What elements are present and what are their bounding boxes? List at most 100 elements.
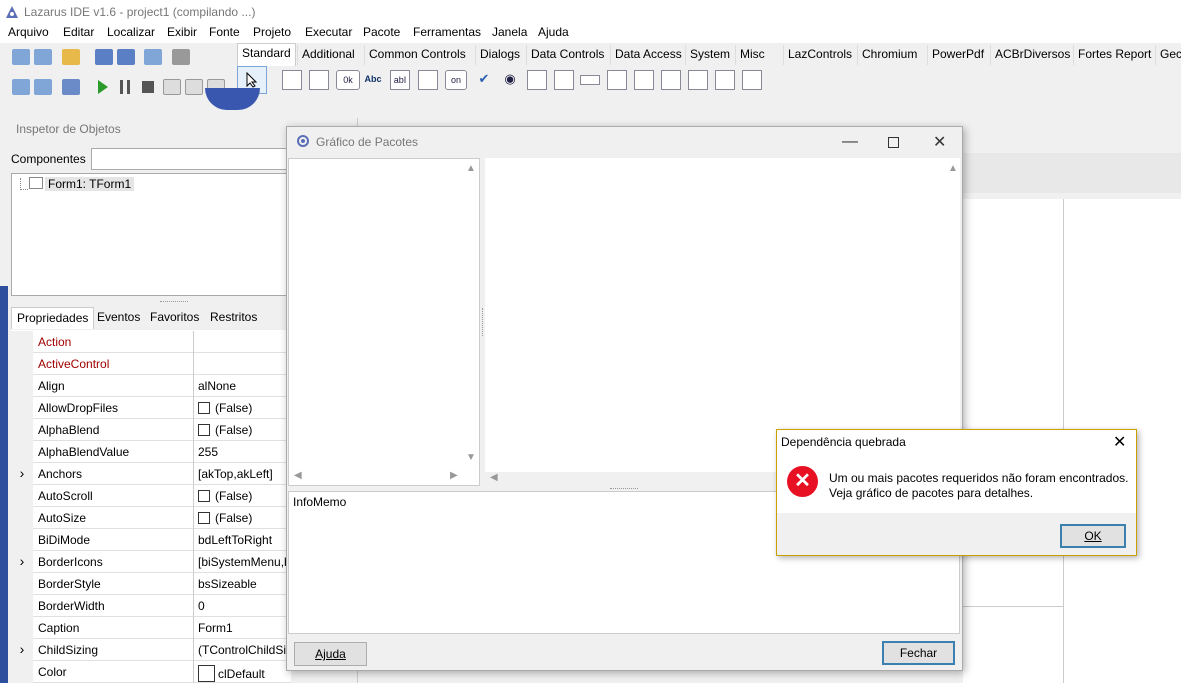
tree-item-form1[interactable]: Form1: TForm1 xyxy=(45,177,135,191)
graph-scroll-left-icon[interactable]: ◀ xyxy=(490,472,498,483)
checkbox-icon[interactable]: ✔ xyxy=(474,70,494,90)
property-row[interactable]: ActiveControl xyxy=(11,353,291,375)
property-value[interactable]: 0 xyxy=(198,599,205,613)
checkbox[interactable] xyxy=(198,424,210,436)
tab-fortes-report[interactable]: Fortes Report xyxy=(1073,45,1155,65)
property-row[interactable]: Caption Form1 xyxy=(11,617,291,639)
checkbox[interactable] xyxy=(198,490,210,502)
property-value[interactable]: bsSizeable xyxy=(198,577,257,591)
menu-editar[interactable]: Editar xyxy=(63,25,94,39)
property-value[interactable]: bdLeftToRight xyxy=(198,533,272,547)
mainmenu-icon[interactable] xyxy=(282,70,302,90)
menu-fonte[interactable]: Fonte xyxy=(209,25,240,39)
menu-exibir[interactable]: Exibir xyxy=(167,25,197,39)
property-row[interactable]: AlphaBlend (False) xyxy=(11,419,291,441)
tab-data-controls[interactable]: Data Controls xyxy=(526,45,608,65)
menu-pacote[interactable]: Pacote xyxy=(363,25,400,39)
property-row[interactable]: BiDiMode bdLeftToRight xyxy=(11,529,291,551)
scroll-up-icon[interactable]: ▲ xyxy=(466,163,476,174)
property-row[interactable]: AutoSize (False) xyxy=(11,507,291,529)
save-icon[interactable] xyxy=(95,49,113,65)
tab-standard[interactable]: Standard xyxy=(237,43,296,66)
property-value[interactable]: alNone xyxy=(198,379,236,393)
component-tree[interactable] xyxy=(11,173,291,296)
ok-button[interactable]: OK xyxy=(1060,524,1126,548)
property-row[interactable]: BorderStyle bsSizeable xyxy=(11,573,291,595)
property-value[interactable]: [biSystemMenu,b xyxy=(198,555,291,569)
color-swatch[interactable] xyxy=(198,665,215,682)
togglebox-icon[interactable]: on xyxy=(445,70,467,90)
property-value[interactable]: (False) xyxy=(198,489,252,503)
checkbox[interactable] xyxy=(198,512,210,524)
splitter-grip[interactable] xyxy=(160,301,188,303)
scroll-right-icon[interactable]: ▶ xyxy=(450,470,458,481)
edit-icon[interactable]: abI xyxy=(390,70,410,90)
tab-dialogs[interactable]: Dialogs xyxy=(475,45,524,65)
expand-chevron-icon[interactable]: › xyxy=(11,551,33,573)
scroll-down-icon[interactable]: ▼ xyxy=(466,452,476,463)
property-row[interactable]: AllowDropFiles (False) xyxy=(11,397,291,419)
menu-ajuda[interactable]: Ajuda xyxy=(538,25,569,39)
tab-gec[interactable]: Gec xyxy=(1155,45,1181,65)
minimize-icon[interactable]: — xyxy=(842,133,858,151)
graph-scroll-up-icon[interactable]: ▲ xyxy=(948,163,958,174)
property-value[interactable]: [akTop,akLeft] xyxy=(198,467,273,481)
property-value[interactable]: 255 xyxy=(198,445,218,459)
close-icon[interactable]: ✕ xyxy=(933,132,946,152)
panel-icon[interactable] xyxy=(688,70,708,90)
scroll-left-icon[interactable]: ◀ xyxy=(294,470,302,481)
tab-propriedades[interactable]: Propriedades xyxy=(11,307,95,329)
property-row[interactable]: › ChildSizing (TControlChildSi xyxy=(11,639,291,661)
property-value[interactable]: clDefault xyxy=(198,665,265,682)
tab-lazcontrols[interactable]: LazControls xyxy=(783,45,856,65)
memo-icon[interactable] xyxy=(418,70,438,90)
step-into-icon[interactable] xyxy=(163,79,181,95)
menu-arquivo[interactable]: Arquivo xyxy=(8,25,49,39)
label-icon[interactable]: Abc xyxy=(363,70,383,90)
toggle-form-unit-icon[interactable] xyxy=(144,49,162,65)
combobox-icon[interactable] xyxy=(554,70,574,90)
popupmenu-icon[interactable] xyxy=(309,70,329,90)
property-value[interactable]: (False) xyxy=(198,511,252,525)
tab-powerpdf[interactable]: PowerPdf xyxy=(927,45,988,65)
tab-misc[interactable]: Misc xyxy=(735,45,769,65)
checkgroup-icon[interactable] xyxy=(661,70,681,90)
menu-executar[interactable]: Executar xyxy=(305,25,352,39)
property-row[interactable]: Color clDefault xyxy=(11,661,291,683)
tab-system[interactable]: System xyxy=(685,45,734,65)
property-value[interactable]: (False) xyxy=(198,423,252,437)
stop-icon[interactable] xyxy=(142,81,154,93)
tab-restritos[interactable]: Restritos xyxy=(205,307,262,329)
menu-projeto[interactable]: Projeto xyxy=(253,25,291,39)
property-row[interactable]: Align alNone xyxy=(11,375,291,397)
tab-data-access[interactable]: Data Access xyxy=(610,45,686,65)
package-tree-list[interactable] xyxy=(288,158,480,486)
property-row[interactable]: › BorderIcons [biSystemMenu,b xyxy=(11,551,291,573)
maximize-icon[interactable] xyxy=(888,137,899,148)
tab-common-controls[interactable]: Common Controls xyxy=(364,45,470,65)
view-units-icon[interactable] xyxy=(12,79,30,95)
horizontal-splitter[interactable] xyxy=(610,488,638,490)
new-form-icon[interactable] xyxy=(34,49,52,65)
listbox-icon[interactable] xyxy=(527,70,547,90)
scrollbar-icon[interactable] xyxy=(580,75,600,85)
help-button[interactable]: Ajuda xyxy=(294,642,367,666)
vertical-splitter[interactable] xyxy=(482,308,484,336)
property-row[interactable]: AlphaBlendValue 255 xyxy=(11,441,291,463)
tab-chromium[interactable]: Chromium xyxy=(857,45,921,65)
run-icon[interactable] xyxy=(97,79,109,95)
menu-ferramentas[interactable]: Ferramentas xyxy=(413,25,481,39)
tab-additional[interactable]: Additional xyxy=(297,45,359,65)
actionlist-icon[interactable] xyxy=(742,70,762,90)
property-value[interactable]: Form1 xyxy=(198,621,233,635)
frame-icon[interactable] xyxy=(715,70,735,90)
property-row[interactable]: › Anchors [akTop,akLeft] xyxy=(11,463,291,485)
new-unit-icon[interactable] xyxy=(12,49,30,65)
property-value[interactable]: (TControlChildSi xyxy=(198,643,286,657)
checkbox[interactable] xyxy=(198,402,210,414)
step-over-icon[interactable] xyxy=(185,79,203,95)
package-graph-canvas[interactable] xyxy=(485,158,960,472)
menu-janela[interactable]: Janela xyxy=(492,25,527,39)
radiobutton-icon[interactable]: ◉ xyxy=(500,70,520,90)
build-icon[interactable] xyxy=(62,79,80,95)
